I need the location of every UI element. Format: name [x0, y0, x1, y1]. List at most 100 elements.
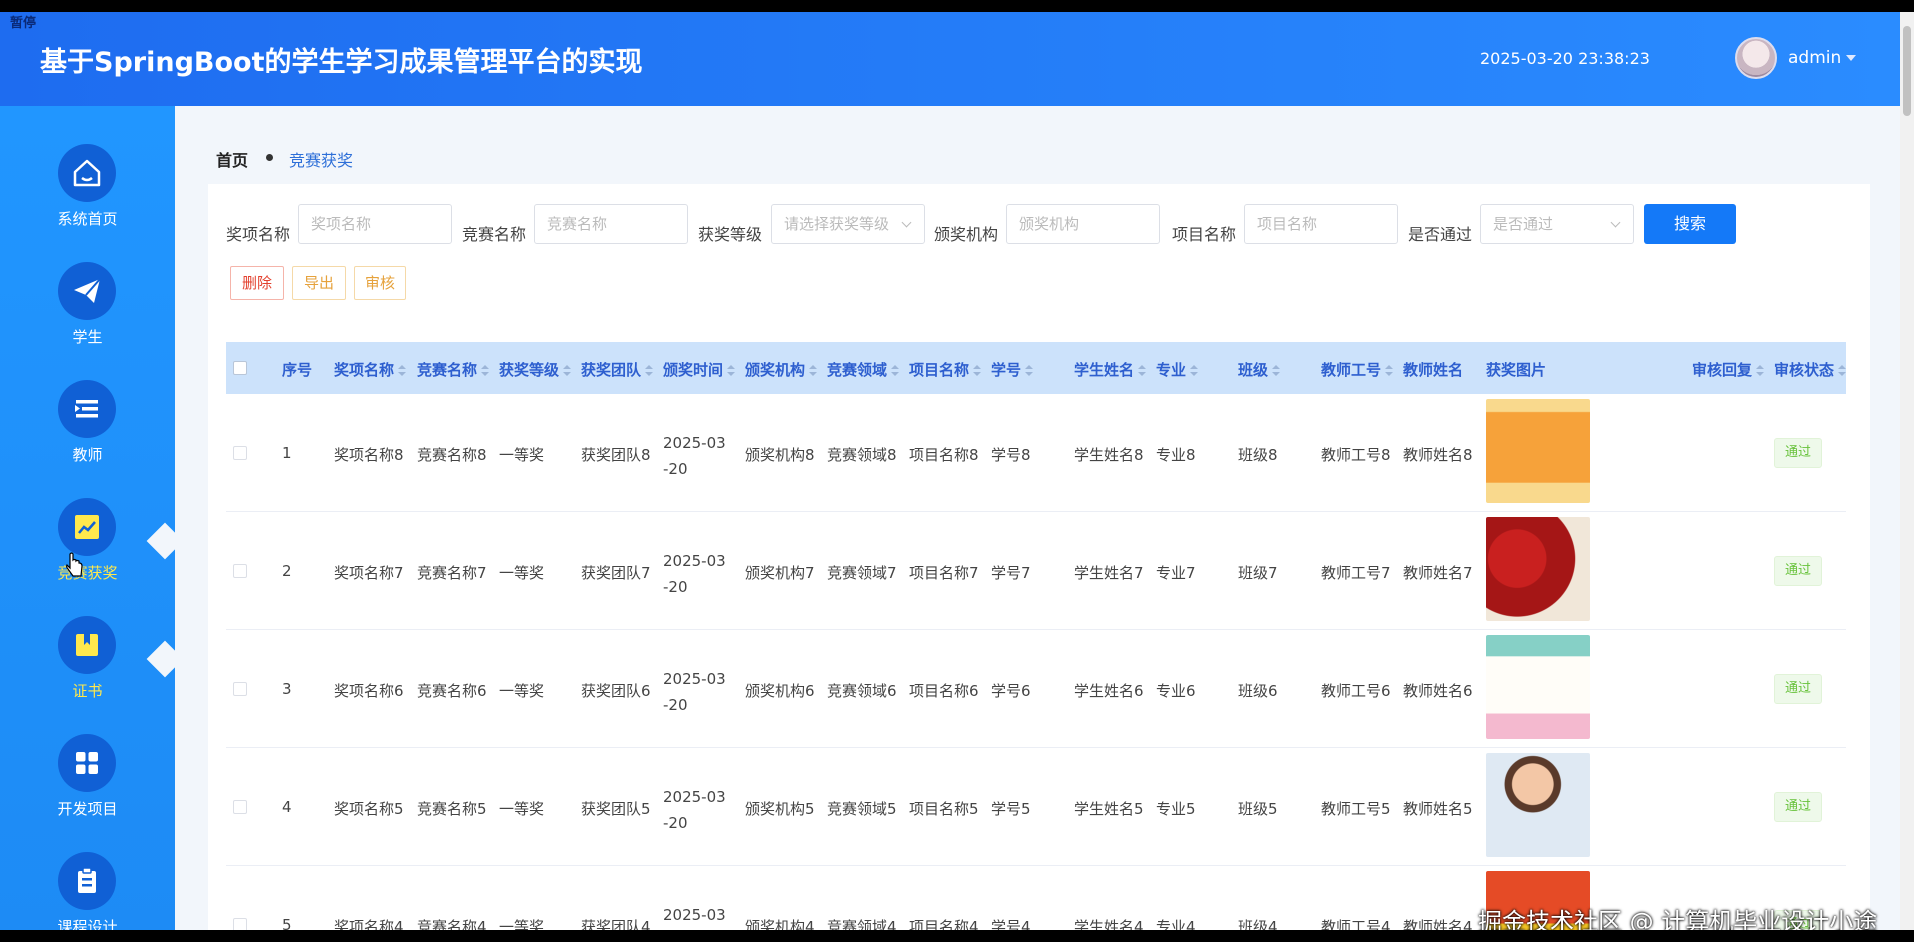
award-image[interactable] — [1486, 635, 1590, 739]
column-header[interactable]: 竞赛名称 — [417, 359, 490, 380]
username[interactable]: admin — [1788, 48, 1841, 68]
column-header[interactable]: 教师工号 — [1321, 359, 1394, 380]
filter-label-level: 获奖等级 — [698, 225, 763, 244]
chart-icon — [58, 498, 116, 556]
cell-major: 专业7 — [1156, 564, 1196, 582]
sort-icon — [563, 364, 572, 377]
vertical-scrollbar[interactable] — [1900, 12, 1914, 930]
cell-award: 奖项名称4 — [334, 918, 404, 930]
chevron-down-icon[interactable] — [1846, 55, 1856, 61]
cell-project: 项目名称8 — [909, 446, 979, 464]
select-all-checkbox[interactable] — [233, 361, 247, 375]
cell-class: 班级7 — [1238, 564, 1278, 582]
award-name-input[interactable]: 奖项名称 — [298, 204, 452, 244]
row-checkbox[interactable] — [233, 564, 247, 578]
sidebar-item-certificates[interactable]: 证书 — [0, 616, 175, 734]
cell-level: 一等奖 — [499, 918, 545, 930]
row-checkbox[interactable] — [233, 682, 247, 696]
project-name-input[interactable]: 项目名称 — [1244, 204, 1398, 244]
sidebar-item-dev-projects[interactable]: 开发项目 — [0, 734, 175, 852]
cell-award-time: 2025-03-20 — [663, 552, 726, 596]
filter-label-pass: 是否通过 — [1408, 225, 1473, 244]
cell-class: 班级5 — [1238, 800, 1278, 818]
cell-field: 竞赛领域5 — [827, 800, 897, 818]
award-level-select[interactable]: 请选择获奖等级 — [771, 204, 925, 244]
row-checkbox[interactable] — [233, 918, 247, 930]
status-badge: 通过 — [1774, 556, 1822, 586]
scrollbar-thumb[interactable] — [1903, 26, 1911, 116]
pause-label: 暂停 — [10, 16, 37, 31]
column-header: 序号 — [282, 361, 313, 379]
sort-icon — [1190, 364, 1199, 377]
cell-competition: 竞赛名称8 — [417, 446, 487, 464]
column-header[interactable]: 奖项名称 — [334, 359, 407, 380]
cell-teacher-name: 教师姓名5 — [1403, 800, 1473, 818]
cell-teacher-id: 教师工号4 — [1321, 918, 1391, 930]
delete-button[interactable]: 删除 — [230, 266, 284, 300]
cell-no: 5 — [282, 916, 292, 930]
sort-icon — [1025, 364, 1034, 377]
award-image[interactable] — [1486, 517, 1590, 621]
cell-award-time: 2025-03-20 — [663, 906, 726, 924]
cell-student-name: 学生姓名8 — [1074, 446, 1144, 464]
search-button[interactable]: 搜索 — [1644, 204, 1736, 244]
cell-student-name: 学生姓名4 — [1074, 918, 1144, 930]
column-header[interactable]: 颁奖机构 — [745, 359, 818, 380]
column-header[interactable]: 审核回复 — [1692, 359, 1765, 380]
award-image[interactable] — [1486, 399, 1590, 503]
column-header[interactable]: 班级 — [1238, 359, 1281, 380]
row-checkbox[interactable] — [233, 800, 247, 814]
sidebar-item-label: 课程设计 — [57, 918, 118, 930]
cell-student-id: 学号5 — [991, 800, 1031, 818]
cell-class: 班级4 — [1238, 918, 1278, 930]
cell-field: 竞赛领域8 — [827, 446, 897, 464]
sidebar-item-label: 开发项目 — [57, 800, 118, 818]
cell-level: 一等奖 — [499, 446, 545, 464]
sidebar-item-teachers[interactable]: 教师 — [0, 380, 175, 498]
sort-icon — [1138, 364, 1147, 377]
column-header[interactable]: 审核状态 — [1774, 359, 1847, 380]
cell-no: 4 — [282, 798, 292, 816]
table-row[interactable]: 3 奖项名称6 竞赛名称6 一等奖 获奖团队6 颁奖机构6 竞赛领域6 项目名称6 学号6 学生姓… — [226, 630, 1846, 748]
award-image[interactable] — [1486, 753, 1590, 857]
cell-team: 获奖团队7 — [581, 564, 651, 582]
clipboard-icon — [58, 852, 116, 910]
table-row[interactable]: 4 奖项名称5 竞赛名称5 一等奖 获奖团队5 颁奖机构5 竞赛领域5 项目名称5 学号5 学生姓… — [226, 748, 1846, 866]
audit-button[interactable]: 审核 — [354, 266, 406, 300]
award-org-input[interactable]: 颁奖机构 — [1006, 204, 1160, 244]
cell-project: 项目名称7 — [909, 564, 979, 582]
cell-student-name: 学生姓名7 — [1074, 564, 1144, 582]
app-title: 基于SpringBoot的学生学习成果管理平台的实现 — [40, 47, 643, 78]
column-header[interactable]: 颁奖时间 — [663, 359, 736, 380]
datetime-display: 2025-03-20 23:38:23 — [1480, 49, 1650, 68]
sort-icon — [809, 364, 818, 377]
column-header[interactable]: 竞赛领域 — [827, 359, 900, 380]
table-row[interactable]: 1 奖项名称8 竞赛名称8 一等奖 获奖团队8 颁奖机构8 竞赛领域8 项目名称8 学号8 学生姓… — [226, 394, 1846, 512]
column-header[interactable]: 学号 — [991, 359, 1034, 380]
avatar[interactable] — [1735, 37, 1777, 79]
cell-award-time: 2025-03-20 — [663, 434, 726, 478]
column-header[interactable]: 获奖等级 — [499, 359, 572, 380]
pass-status-select[interactable]: 是否通过 — [1480, 204, 1634, 244]
column-header[interactable]: 学生姓名 — [1074, 359, 1147, 380]
sidebar-item-students[interactable]: 学生 — [0, 262, 175, 380]
export-button[interactable]: 导出 — [292, 266, 346, 300]
sort-icon — [645, 364, 654, 377]
cell-field: 竞赛领域7 — [827, 564, 897, 582]
sidebar-item-home[interactable]: 系统首页 — [0, 144, 175, 262]
cell-teacher-id: 教师工号6 — [1321, 682, 1391, 700]
competition-name-input[interactable]: 竞赛名称 — [534, 204, 688, 244]
cell-org: 颁奖机构7 — [745, 564, 815, 582]
breadcrumb-home[interactable]: 首页 — [216, 147, 248, 171]
mouse-cursor-icon — [66, 552, 83, 577]
column-header[interactable]: 专业 — [1156, 359, 1199, 380]
sidebar-item-course-design[interactable]: 课程设计 — [0, 852, 175, 930]
row-checkbox[interactable] — [233, 446, 247, 460]
sidebar-item-awards[interactable]: 竞赛获奖 — [0, 498, 175, 616]
content-panel: 奖项名称 奖项名称 竞赛名称 竞赛名称 获奖等级 请选择获奖等级 颁奖机构 颁奖… — [208, 184, 1870, 930]
breadcrumb-separator — [266, 154, 273, 161]
table-row[interactable]: 2 奖项名称7 竞赛名称7 一等奖 获奖团队7 颁奖机构7 竞赛领域7 项目名称7 学号7 学生姓… — [226, 512, 1846, 630]
column-header[interactable]: 获奖团队 — [581, 359, 654, 380]
sidebar-item-label: 证书 — [72, 682, 103, 700]
column-header[interactable]: 项目名称 — [909, 359, 982, 380]
